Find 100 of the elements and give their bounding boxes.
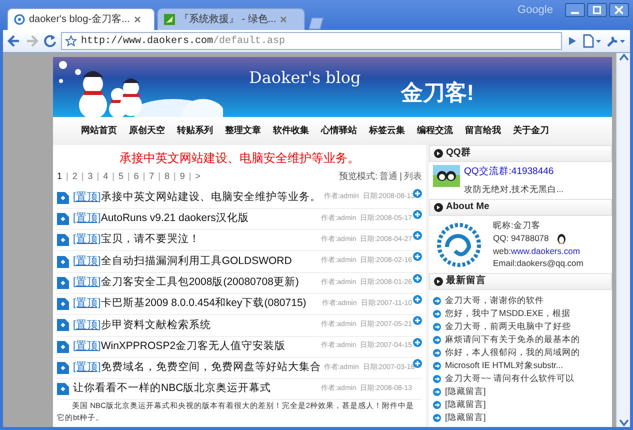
arrow-bullet-icon [433, 310, 441, 318]
brand-text: Google [518, 3, 553, 18]
post-title[interactable]: 全自动扫描漏洞利用工具GOLDSWORD [100, 254, 292, 270]
separator-text: | [66, 170, 68, 183]
nav-link[interactable]: 标签云集 [369, 124, 405, 138]
nav-link[interactable]: 网站首页 [81, 124, 117, 138]
post-title[interactable]: 金刀客安全工具包2008版(20080708更新) [100, 274, 299, 291]
page-link[interactable]: 3 [88, 170, 93, 184]
pinned-tag[interactable]: [置顶] [73, 318, 101, 334]
reload-icon[interactable] [43, 34, 57, 48]
pinned-tag[interactable]: [置顶] [73, 360, 101, 376]
comment-link[interactable]: [隐藏留言] [445, 385, 486, 398]
pinned-tag[interactable]: [置顶] [73, 296, 101, 312]
document-icon [57, 256, 69, 268]
motto-text: 攻防无绝对,技术无黑白... [464, 183, 564, 196]
maximize-button[interactable] [587, 3, 607, 18]
post-title[interactable]: 步甲资料文献检索系统 [100, 318, 211, 334]
post-title[interactable]: 宝贝，请不要哭泣！ [100, 232, 200, 248]
email-text: Email:daokers@qq.com [493, 257, 584, 270]
wrench-icon[interactable] [606, 34, 626, 48]
nav-link[interactable]: 整理文章 [225, 124, 261, 138]
comment-link[interactable]: 您好，我中了MSDD.EXE，根据 [445, 307, 570, 320]
comment-link[interactable]: 你好，本人很郁闷，我的局域网的 [445, 346, 580, 359]
page-link[interactable]: 5 [118, 170, 124, 184]
nav-link[interactable]: 编程交流 [417, 124, 453, 138]
bullet-icon [434, 203, 443, 212]
arrow-bullet-icon [433, 348, 441, 356]
scroll-up-icon[interactable] [618, 53, 628, 61]
pinned-tag[interactable]: [置顶] [73, 274, 101, 291]
tab-title: daoker's blog-金刀客... [29, 12, 130, 27]
post-title[interactable]: 承接中英文网站建设、电脑安全维护等业务。 [100, 190, 321, 206]
back-icon[interactable] [7, 34, 21, 48]
post-title[interactable]: 卡巴斯基2009 8.0.0.454和key下载(080715) [100, 296, 306, 312]
go-icon[interactable] [566, 35, 578, 47]
comment-link[interactable]: 金刀大哥~~ 请问有什么软件可以 [445, 372, 574, 385]
minimize-button[interactable] [565, 3, 585, 18]
close-icon [615, 6, 623, 14]
web-link[interactable]: www.daokers.com [510, 246, 580, 256]
scrollbar[interactable] [616, 53, 630, 427]
comment-link[interactable]: [隐藏留言] [445, 398, 486, 411]
view-mode-link[interactable]: 普通 [380, 170, 398, 184]
pinned-tag[interactable]: [置顶] [73, 190, 101, 206]
nav-link[interactable]: 软件收集 [273, 124, 309, 138]
post-title[interactable]: 让你看看不一样的NBC版北京奥运开幕式 [73, 381, 272, 398]
document-icon [57, 340, 69, 353]
separator-text: | [127, 170, 130, 183]
star-icon[interactable] [65, 35, 77, 47]
comment-link[interactable]: Microsoft IE HTML对象substr... [445, 359, 564, 372]
nickname-text: 昵称:金刀客 [493, 219, 542, 232]
nav-link[interactable]: 转贴系列 [177, 124, 213, 138]
url-text: http://www.daokers.com/default.asp [81, 34, 286, 48]
close-icon[interactable] [134, 16, 141, 23]
arrow-bullet-icon [433, 336, 441, 344]
nav-link[interactable]: 留言给我 [465, 124, 501, 138]
bullet-icon [434, 149, 443, 158]
comment-link[interactable]: 金刀大哥，前两天电脑中了好些 [445, 320, 571, 333]
page-link[interactable]: 2 [72, 170, 78, 184]
nav-link[interactable]: 关于金刀 [513, 124, 549, 138]
view-mode-label: 预览模式: [339, 170, 378, 183]
pinned-tag[interactable]: [置顶] [73, 211, 101, 227]
document-icon [57, 276, 69, 289]
browser-tab[interactable]: 『系统救援』 - 绿色... [157, 8, 305, 30]
page-link[interactable]: 4 [103, 170, 108, 184]
new-tab-icon[interactable] [307, 17, 325, 30]
post-title[interactable]: WinXPPROSP2金刀客无人值守安装版 [100, 338, 286, 355]
comment-link[interactable]: [隐藏留言] [445, 411, 486, 424]
scroll-down-icon[interactable] [618, 419, 628, 427]
comment-link[interactable]: 金刀大哥，谢谢你的软件 [445, 294, 544, 307]
panel-title: QQ群 [446, 146, 471, 160]
qq-group-link[interactable]: QQ交流群:41938446 [464, 165, 564, 180]
pinned-tag[interactable]: [置顶] [73, 254, 101, 270]
post-title[interactable]: AutoRuns v9.21 daokers汉化版 [100, 211, 249, 227]
view-mode-link[interactable]: 列表 [404, 170, 422, 184]
pinned-tag[interactable]: [置顶] [73, 338, 101, 355]
post-title[interactable]: 免费域名，免费空间，免费网盘等好站大集合 [100, 360, 321, 376]
arrow-bullet-icon [433, 374, 441, 382]
page-link[interactable]: 8 [164, 170, 170, 184]
close-button[interactable] [609, 3, 629, 18]
bullet-icon [434, 277, 443, 286]
separator-text: | [112, 170, 114, 183]
comment-link[interactable]: 麻烦请问下有关于免杀的最基本的 [445, 333, 580, 346]
page-link[interactable]: 6 [134, 170, 139, 184]
globe-icon [14, 14, 25, 25]
page-link[interactable]: 1 [57, 170, 62, 184]
page-link[interactable]: > [195, 170, 200, 184]
separator-text: | [400, 170, 402, 183]
separator-text: | [81, 170, 84, 183]
separator-text: | [142, 170, 146, 183]
browser-tab[interactable]: daoker's blog-金刀客... [7, 8, 155, 30]
page-link[interactable]: 7 [149, 170, 154, 184]
page-link[interactable]: 9 [180, 170, 185, 184]
nav-link[interactable]: 原创天空 [129, 124, 165, 138]
pinned-tag[interactable]: [置顶] [73, 232, 101, 248]
banner-subtitle: 金刀客! [400, 78, 474, 106]
page-menu-icon[interactable] [582, 34, 602, 48]
close-icon[interactable] [280, 16, 288, 23]
panel-title: About Me [446, 200, 490, 214]
banner-title: Daoker's blog [249, 67, 361, 89]
address-bar[interactable]: http://www.daokers.com/default.asp [61, 32, 562, 50]
nav-link[interactable]: 心情驿站 [321, 124, 357, 138]
